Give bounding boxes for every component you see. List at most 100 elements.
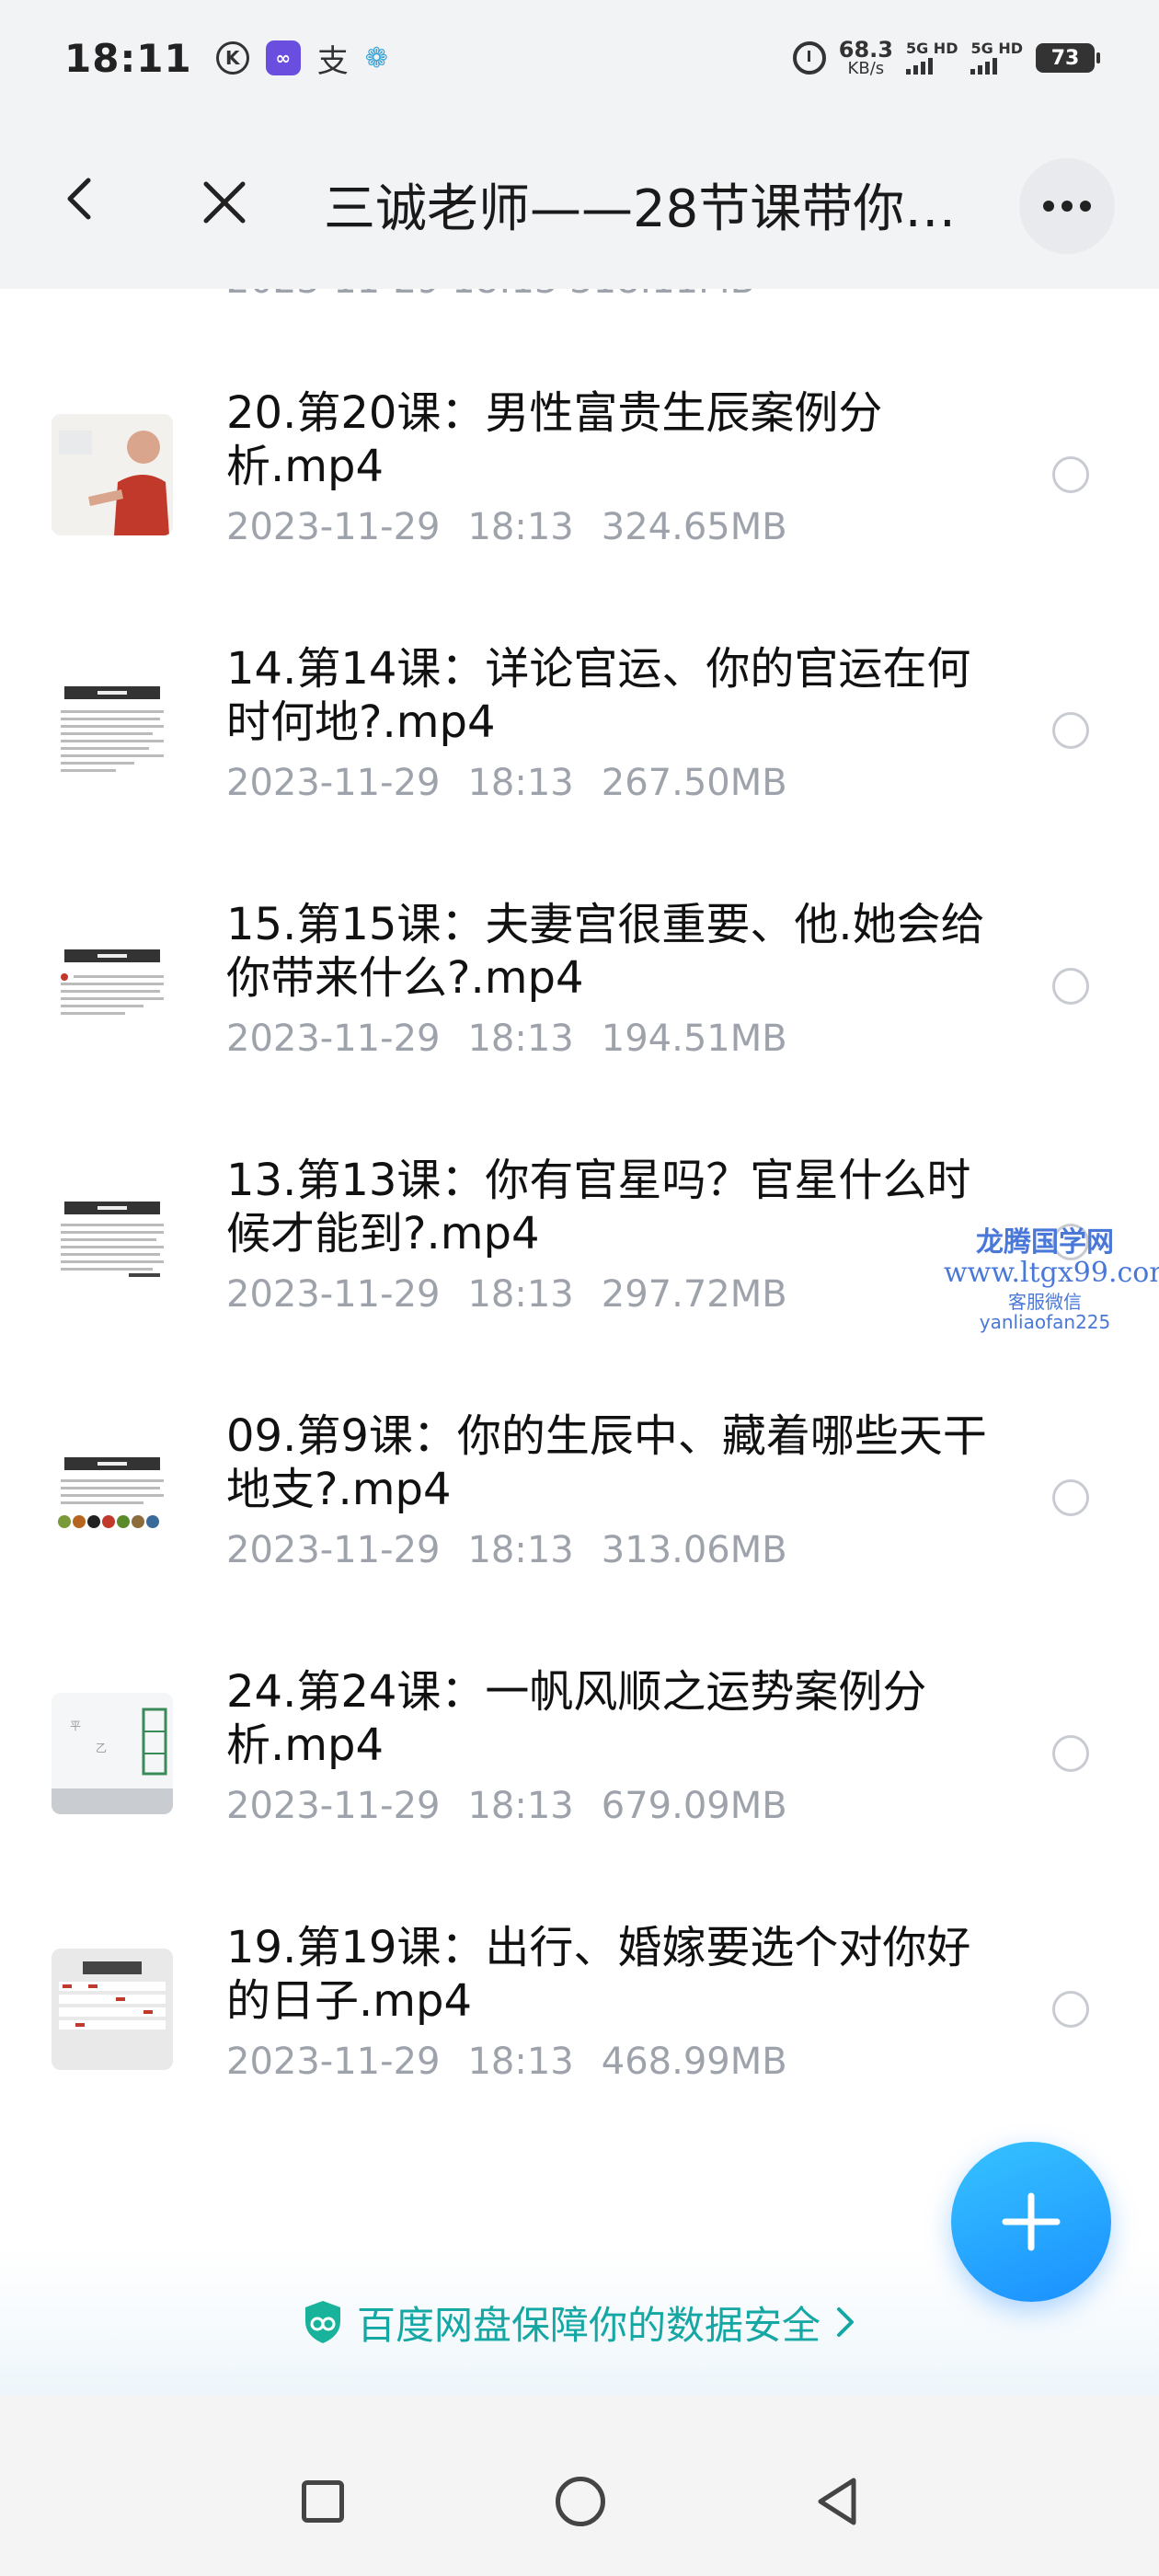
select-checkbox[interactable] (1052, 1735, 1089, 1772)
select-checkbox[interactable] (1052, 712, 1089, 749)
k-icon: K (215, 41, 249, 75)
file-date: 2023-11-29 (226, 506, 441, 548)
select-checkbox[interactable] (1052, 1991, 1089, 2028)
document-thumbnail-icon (52, 1181, 173, 1303)
battery-indicator: 73 (1036, 43, 1100, 73)
file-date: 2023-11-29 (226, 762, 441, 804)
watermark: 龙腾国学网 www.ltgx99.com 客服微信 yanliaofan225 (944, 1226, 1159, 1333)
file-date: 2023-11-29 (226, 1273, 441, 1316)
watermark-title: 龙腾国学网 (976, 1226, 1114, 1259)
status-bar: 18:11 K ∞ 支 ❁ 68.3 KB/s 5G HD 5G HD 73 (0, 0, 1159, 116)
file-row[interactable]: 19.第19课：出行、婚嫁要选个对你好的日子.mp4 2023-11-29 18:… (0, 1910, 1159, 2166)
document-thumbnail-icon (52, 926, 173, 1047)
file-name[interactable]: 20.第20课：男性富贵生辰案例分析.mp4 (226, 386, 999, 493)
file-row[interactable]: 15.第15课：夫妻宫很重要、他.她会给你带来什么?.mp4 2023-11-2… (0, 887, 1159, 1143)
file-meta: 2023-11-29 18:13 194.51MB (226, 1018, 787, 1060)
file-size: 194.51MB (601, 1018, 787, 1060)
file-time: 18:13 (467, 2041, 574, 2083)
file-name[interactable]: 19.第19课：出行、婚嫁要选个对你好的日子.mp4 (226, 1921, 999, 2028)
file-row[interactable]: 平 乙 24.第24课：一帆风顺之运势案例分析.mp4 2023-11-29 18… (0, 1654, 1159, 1910)
more-dot-icon (1080, 201, 1091, 212)
file-meta: 2023-11-29 18:13 679.09MB (226, 1785, 787, 1827)
watermark-url: www.ltgx99.com (944, 1257, 1159, 1289)
chevron-left-icon (67, 178, 91, 220)
file-thumbnail (52, 1949, 173, 2070)
file-meta: 2023-11-29 18:13 267.50MB (226, 762, 787, 804)
file-thumbnail (52, 414, 173, 535)
file-size: 313.06MB (601, 1529, 787, 1571)
file-thumbnail (52, 670, 173, 791)
select-checkbox[interactable] (1052, 968, 1089, 1005)
file-thumbnail (52, 1437, 173, 1558)
system-back-button[interactable] (813, 2475, 859, 2528)
file-date: 2023-11-29 (226, 1018, 441, 1060)
file-date: 2023-11-29 (226, 1785, 441, 1827)
notification-icons: K ∞ 支 ❁ (215, 36, 388, 81)
file-row[interactable]: 14.第14课：详论官运、你的官运在何时何地?.mp4 2023-11-29 18… (0, 631, 1159, 887)
file-meta: 2023-11-29 18:13 313.06MB (226, 1529, 787, 1571)
file-meta: 2023-11-29 18:13 297.72MB (226, 1273, 787, 1316)
app-icon: ∞ (265, 40, 301, 75)
file-size: 324.65MB (601, 506, 787, 548)
partial-file-meta: 2023-11-29 18:13 318.11MB (226, 289, 755, 302)
file-meta: 2023-11-29 18:13 468.99MB (226, 2041, 787, 2083)
more-button[interactable] (1019, 158, 1115, 254)
plus-icon (1002, 2192, 1061, 2251)
app-screen: 18:11 K ∞ 支 ❁ 68.3 KB/s 5G HD 5G HD 73 三… (0, 0, 1159, 2576)
more-dot-icon (1061, 201, 1073, 212)
signal-2: 5G HD (970, 41, 1023, 75)
file-size: 297.72MB (601, 1273, 787, 1316)
file-date: 2023-11-29 (226, 1529, 441, 1571)
file-name[interactable]: 09.第9课：你的生辰中、藏着哪些天干地支?.mp4 (226, 1409, 999, 1516)
file-thumbnail (52, 1181, 173, 1303)
table-thumbnail-icon (52, 1949, 173, 2070)
cloud-icon: ❁ (364, 41, 388, 75)
file-time: 18:13 (467, 1018, 574, 1060)
recent-apps-button[interactable] (302, 2480, 344, 2523)
status-time: 18:11 (64, 35, 192, 81)
file-row[interactable]: 09.第9课：你的生辰中、藏着哪些天干地支?.mp4 2023-11-29 18:… (0, 1398, 1159, 1654)
add-button[interactable] (951, 2142, 1111, 2302)
file-size: 468.99MB (601, 2041, 787, 2083)
system-nav-bar (0, 2396, 1159, 2576)
net-speed-value: 68.3 (838, 37, 893, 63)
file-meta: 2023-11-29 18:13 324.65MB (226, 506, 787, 548)
document-thumbnail-icon (52, 1437, 173, 1558)
watermark-subtitle: 客服微信 yanliaofan225 (979, 1291, 1111, 1333)
file-name[interactable]: 14.第14课：详论官运、你的官运在何时何地?.mp4 (226, 642, 999, 749)
file-time: 18:13 (467, 1529, 574, 1571)
file-thumbnail: 平 乙 (52, 1693, 173, 1814)
file-time: 18:13 (467, 762, 574, 804)
shield-icon (304, 2301, 340, 2343)
signal-1-label: 5G HD (905, 40, 958, 57)
file-name[interactable]: 15.第15课：夫妻宫很重要、他.她会给你带来什么?.mp4 (226, 898, 999, 1005)
alipay-icon: 支 (316, 42, 349, 80)
more-dot-icon (1043, 201, 1054, 212)
net-speed-unit: KB/s (847, 59, 885, 78)
whiteboard-thumbnail-icon: 平 乙 (52, 1693, 173, 1814)
back-button[interactable] (52, 171, 107, 226)
close-icon (203, 181, 246, 224)
file-time: 18:13 (467, 506, 574, 548)
chevron-right-icon (837, 2307, 854, 2337)
nav-bar: 三诚老师——28节课带你… (0, 116, 1159, 289)
file-size: 679.09MB (601, 1785, 787, 1827)
file-row[interactable]: 20.第20课：男性富贵生辰案例分析.mp4 2023-11-29 18:13 32… (0, 375, 1159, 631)
file-name[interactable]: 24.第24课：一帆风顺之运势案例分析.mp4 (226, 1665, 999, 1772)
page-title: 三诚老师——28节课带你… (324, 179, 957, 239)
document-thumbnail-icon (52, 670, 173, 791)
file-time: 18:13 (467, 1273, 574, 1316)
close-button[interactable] (193, 171, 256, 234)
file-date: 2023-11-29 (226, 2041, 441, 2083)
signal-2-label: 5G HD (970, 40, 1023, 57)
security-banner-text: 百度网盘保障你的数据安全 (356, 2302, 820, 2348)
file-name[interactable]: 13.第13课：你有官星吗？官星什么时候才能到?.mp4 (226, 1154, 999, 1260)
status-right: 68.3 KB/s 5G HD 5G HD 73 (792, 0, 1100, 116)
file-time: 18:13 (467, 1785, 574, 1827)
svg-text:乙: 乙 (96, 1742, 107, 1754)
alarm-icon (792, 41, 826, 75)
select-checkbox[interactable] (1052, 1479, 1089, 1516)
home-button[interactable] (556, 2477, 605, 2526)
signal-1: 5G HD (905, 40, 958, 75)
select-checkbox[interactable] (1052, 456, 1089, 493)
